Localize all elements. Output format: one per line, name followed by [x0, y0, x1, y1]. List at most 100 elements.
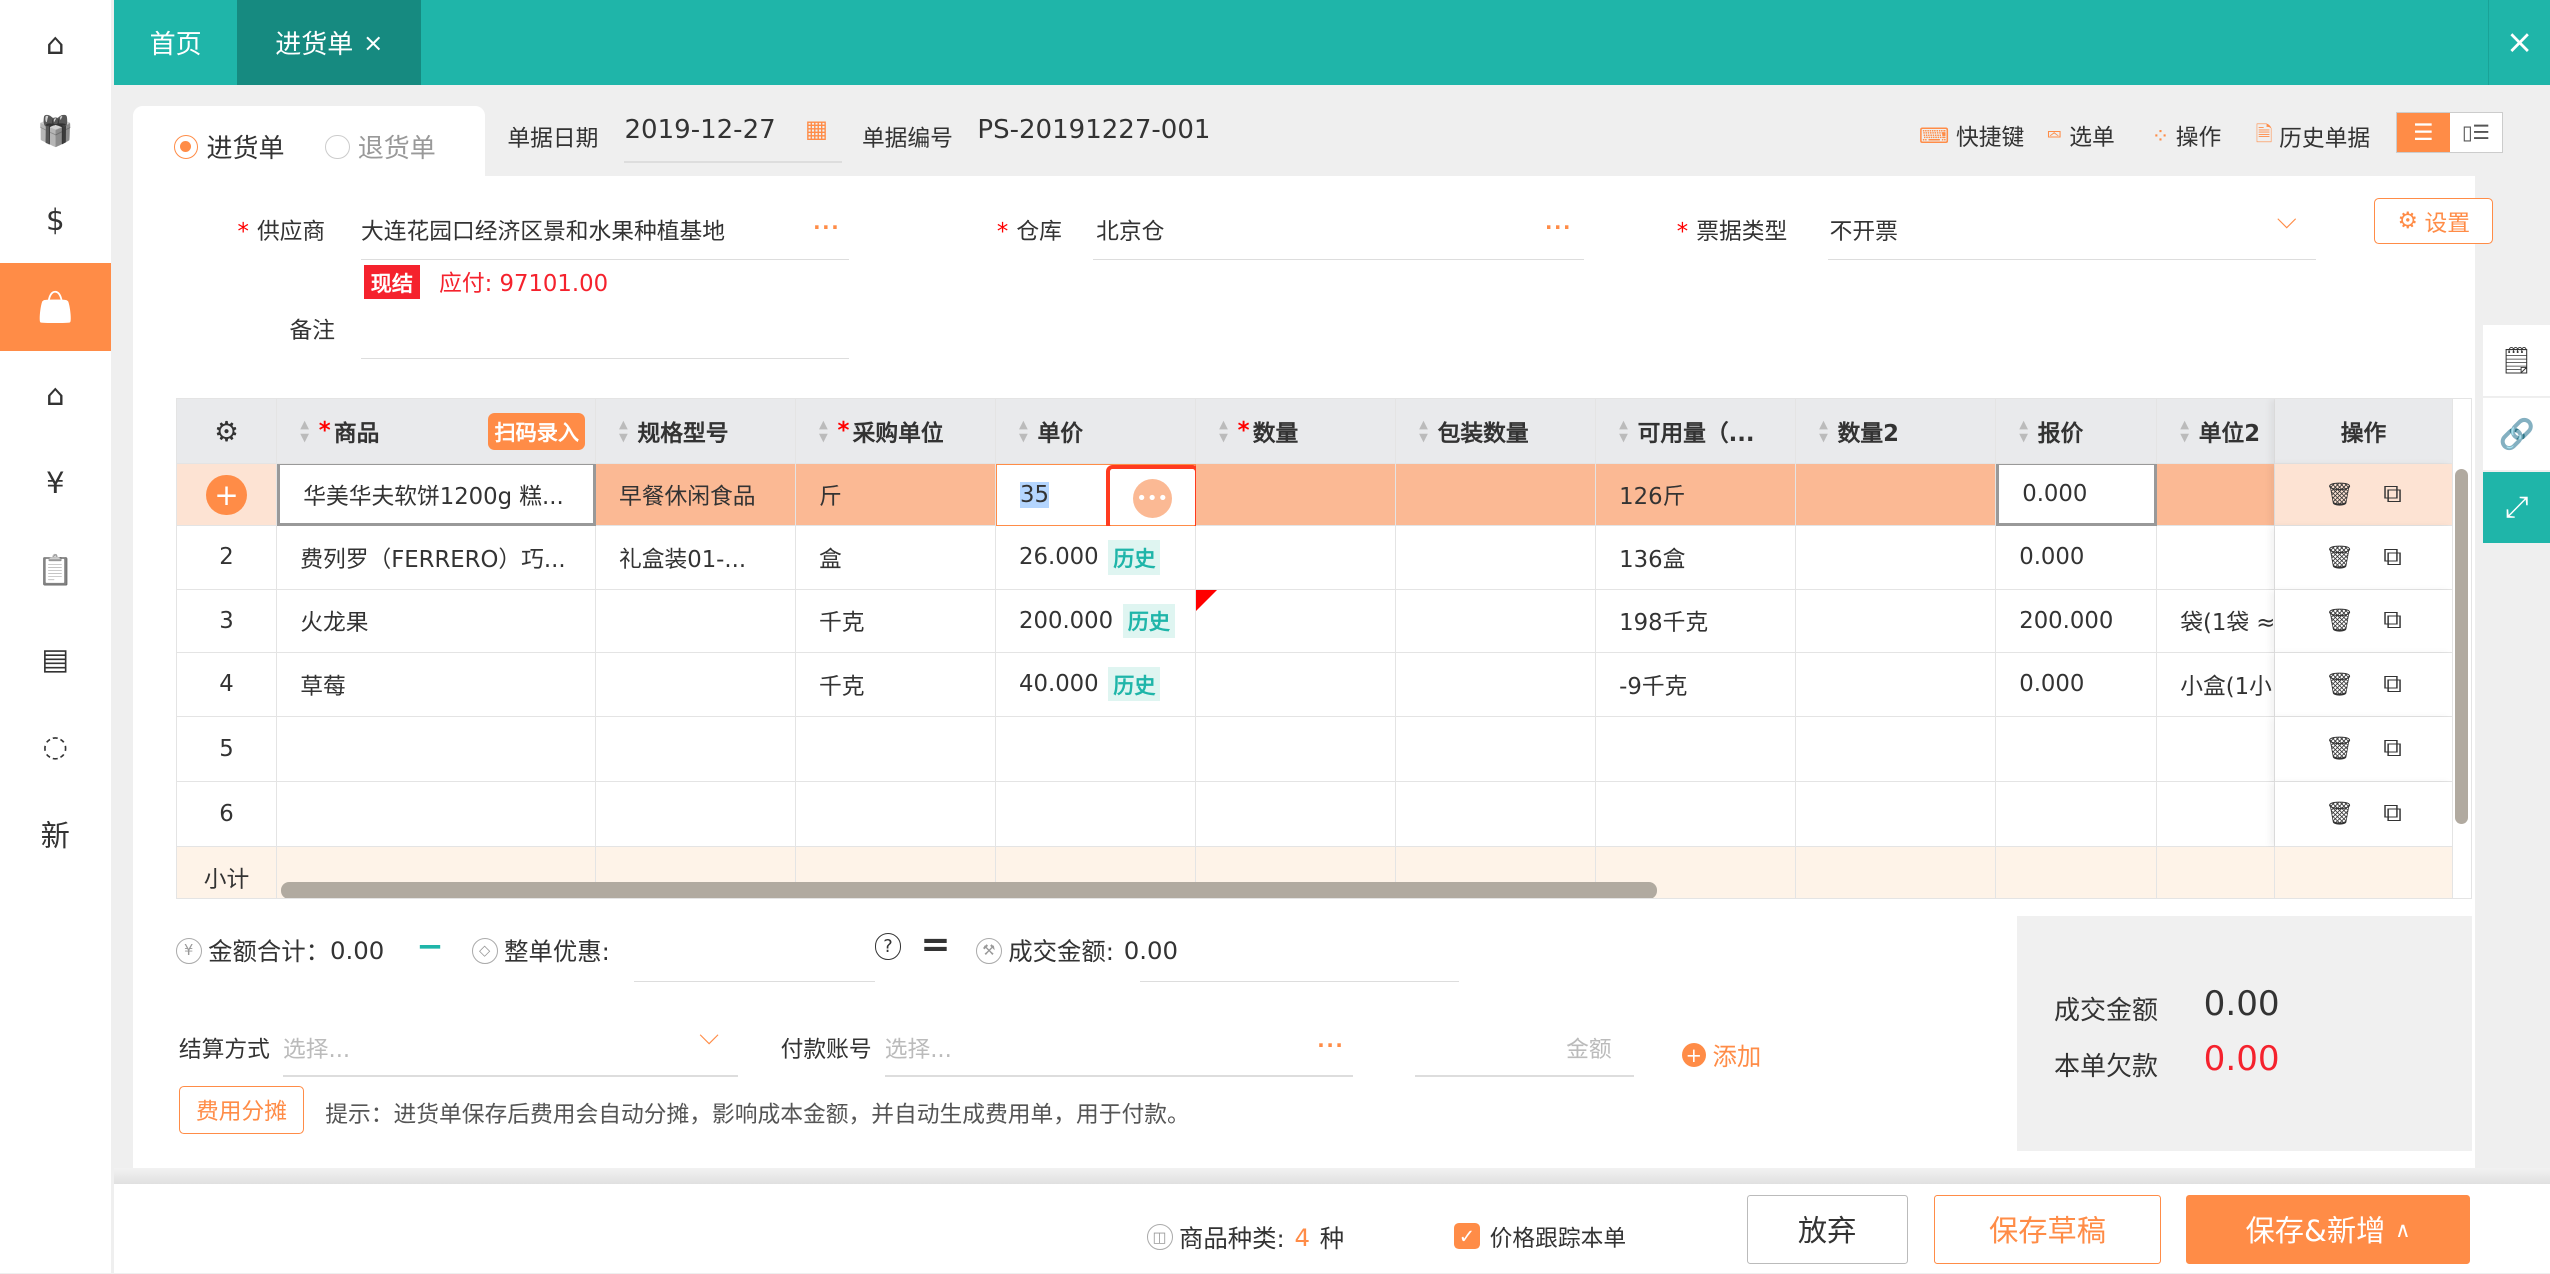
cell-qty2[interactable] [1796, 464, 1997, 527]
sidebar-item-warehouse[interactable]: ⌂ [0, 351, 111, 439]
cell-qty[interactable] [1196, 526, 1397, 590]
cell-qty[interactable] [1196, 464, 1397, 527]
copy-add-icon[interactable]: ⧉ [2383, 669, 2402, 700]
chevron-up-icon[interactable]: ∧ [2395, 1217, 2410, 1242]
cell-pack[interactable] [1396, 716, 1597, 782]
cell-unit2[interactable] [2157, 781, 2275, 847]
horizontal-scrollbar[interactable] [280, 882, 1657, 899]
account-more-icon[interactable]: ··· [1317, 1034, 1344, 1057]
cell-pack[interactable] [1396, 526, 1597, 590]
vertical-scrollbar[interactable] [2455, 469, 2469, 824]
save-and-new-button[interactable]: 保存&新增 ∧ [2185, 1195, 2471, 1264]
fullscreen-button[interactable]: ⤢ [2483, 471, 2550, 544]
cell-price[interactable]: 40.000 历史 [996, 653, 1197, 717]
price-input[interactable]: 35 [1020, 482, 1049, 509]
invoice-type-select[interactable]: 不开票 [1830, 213, 1898, 246]
cell-unit2[interactable] [2157, 526, 2275, 590]
cell-qty2[interactable] [1796, 716, 1997, 782]
cell-quote[interactable]: 0.000 [1996, 464, 2158, 527]
supplier-more-icon[interactable]: ··· [813, 216, 840, 239]
copy-add-icon[interactable]: ⧉ [2383, 605, 2402, 636]
price-history-button[interactable]: 历史 [1108, 540, 1161, 575]
sidebar-item-clipboard[interactable]: 📋 [0, 527, 111, 615]
cell-qty[interactable] [1196, 781, 1397, 847]
sidebar-item-contact-card[interactable]: ▤ [0, 615, 111, 703]
cell-price[interactable]: 35 ••• [996, 464, 1199, 531]
cell-avail[interactable]: 126斤 [1596, 464, 1797, 527]
cell-spec[interactable] [596, 716, 797, 782]
sidebar-item-money-house[interactable]: $ [0, 176, 111, 264]
column-header-qty[interactable]: ▲ ▼ * 数量 [1196, 399, 1397, 465]
chevron-down-icon[interactable]: ⌵ [699, 1021, 719, 1052]
cell-spec[interactable]: 早餐休闲食品 [596, 464, 797, 527]
sidebar-item-home[interactable]: ⌂ [0, 0, 111, 88]
column-header-price[interactable]: ▲ ▼ 单价 [996, 399, 1197, 465]
cell-unit[interactable]: 斤 [796, 464, 997, 527]
copy-add-icon[interactable]: ⧉ [2383, 798, 2402, 829]
cell-price[interactable] [996, 716, 1197, 782]
cell-qty2[interactable] [1796, 589, 1997, 654]
fee-allocation-button[interactable]: 费用分摊 [178, 1086, 305, 1134]
copy-add-icon[interactable]: ⧉ [2383, 542, 2402, 573]
cell-pack[interactable] [1396, 464, 1597, 527]
tab-home[interactable]: 首页 [114, 0, 238, 85]
cell-unit[interactable]: 盒 [796, 526, 997, 590]
cell-qty2[interactable] [1796, 781, 1997, 847]
cell-unit2[interactable]: 小盒(1小 [2157, 653, 2275, 717]
settlement-select[interactable]: 选择... [283, 1031, 350, 1064]
cell-quote[interactable]: 0.000 [1996, 526, 2158, 590]
cell-product[interactable] [277, 716, 597, 782]
cell-unit2[interactable] [2157, 716, 2275, 782]
supplier-input[interactable]: 大连花园口经济区景和水果种植基地 [361, 213, 725, 246]
gear-icon[interactable]: ⚙ [214, 415, 239, 448]
cell-product[interactable]: 火龙果 [277, 589, 597, 654]
tab-close-icon[interactable]: × [363, 28, 383, 57]
warehouse-more-icon[interactable]: ··· [1545, 216, 1572, 239]
column-header-avail[interactable]: ▲ ▼ 可用量（... [1596, 399, 1797, 465]
cell-quote[interactable]: 0.000 [1996, 653, 2158, 717]
history-orders-button[interactable]: 🗎 历史单据 [2256, 119, 2371, 155]
detail-view-icon[interactable]: ▯☰ [2450, 113, 2502, 152]
column-header-qty2[interactable]: ▲ ▼ 数量2 [1796, 399, 1997, 465]
cell-avail[interactable] [1596, 716, 1797, 782]
column-header-unit2[interactable]: ▲ ▼ 单位2 [2157, 399, 2275, 465]
cell-unit[interactable] [796, 781, 997, 847]
payment-amount-input[interactable]: 金额 [1566, 1031, 1612, 1064]
help-icon[interactable]: ? [874, 933, 901, 960]
cell-price[interactable]: 200.000 历史 [996, 589, 1197, 654]
copy-add-icon[interactable]: ⧉ [2383, 733, 2402, 764]
radio-return[interactable]: 退货单 [325, 128, 436, 165]
sidebar-item-shopping-bag[interactable]: 👜 [0, 263, 111, 352]
cell-qty2[interactable] [1796, 526, 1997, 590]
date-input[interactable]: 2019-12-27 [624, 115, 775, 145]
add-row-button[interactable]: + [206, 474, 247, 516]
column-header-pack[interactable]: ▲ ▼ 包装数量 [1396, 399, 1597, 465]
sidebar-item-network[interactable]: ◌ [0, 703, 111, 791]
delete-icon[interactable]: 🗑 [2325, 800, 2354, 827]
warehouse-input[interactable]: 北京仓 [1096, 213, 1164, 246]
cell-unit[interactable]: 千克 [796, 589, 997, 654]
cell-quote[interactable] [1996, 716, 2158, 782]
sidebar-item-gift[interactable]: 🎁 [0, 88, 111, 176]
close-window-button[interactable]: × [2488, 0, 2550, 85]
cell-unit2[interactable]: 袋(1袋 ≈ [2157, 589, 2275, 654]
cell-spec[interactable] [596, 653, 797, 717]
cell-avail[interactable]: 198千克 [1596, 589, 1797, 654]
cell-quote[interactable]: 200.000 [1996, 589, 2158, 654]
link-tool-button[interactable]: 🔗 [2483, 398, 2550, 470]
cell-qty2[interactable] [1796, 653, 1997, 717]
scan-entry-button[interactable]: 扫码录入 [487, 412, 586, 451]
delete-icon[interactable]: 🗑 [2325, 607, 2354, 634]
settings-button[interactable]: ⚙ 设置 [2374, 198, 2494, 244]
cell-spec[interactable] [596, 589, 797, 654]
cell-product[interactable]: 费列罗（FERRERO）巧... [277, 526, 597, 590]
cell-spec[interactable] [596, 781, 797, 847]
column-header-product[interactable]: ▲ ▼ * 商品 扫码录入 [277, 399, 597, 465]
sidebar-item-money-bag[interactable]: ¥ [0, 439, 111, 527]
add-payment-button[interactable]: + 添加 [1681, 1038, 1761, 1073]
price-history-button[interactable]: 历史 [1108, 667, 1161, 702]
cell-pack[interactable] [1396, 781, 1597, 847]
cell-avail[interactable] [1596, 781, 1797, 847]
cell-product[interactable]: 草莓 [277, 653, 597, 717]
cell-price[interactable]: 26.000 历史 [996, 526, 1197, 590]
